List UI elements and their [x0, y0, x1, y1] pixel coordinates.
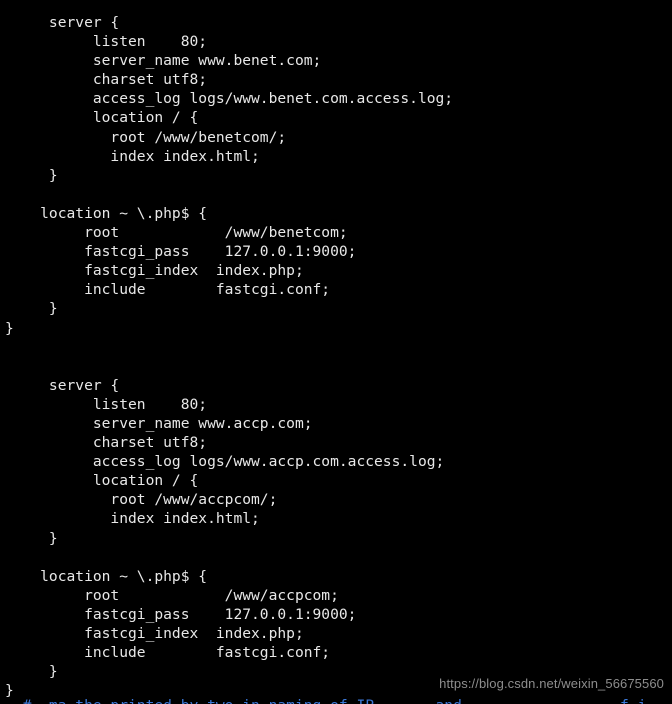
code-line: }: [5, 319, 14, 337]
partial-bottom-line: # ma the printed by two in naming of IP …: [0, 697, 672, 704]
code-line: root /www/accpcom/;: [5, 491, 278, 509]
code-line: }: [5, 166, 58, 184]
code-line: root /www/benetcom/;: [5, 128, 287, 146]
code-line: location ~ \.php$ {: [5, 567, 208, 585]
code-line: root /www/accpcom;: [5, 586, 339, 604]
code-line: include fastcgi.conf;: [5, 644, 331, 662]
code-line: location / {: [5, 472, 199, 490]
code-line: fastcgi_pass 127.0.0.1:9000;: [5, 605, 357, 623]
terminal-window: server { listen 80; server_name www.bene…: [0, 0, 672, 704]
code-line-comment: # ma the printed by two in naming of IP …: [0, 697, 672, 704]
code-line: access_log logs/www.benet.com.access.log…: [5, 90, 454, 108]
code-line: server_name www.benet.com;: [5, 52, 322, 70]
code-line: access_log logs/www.accp.com.access.log;: [5, 453, 445, 471]
code-line: listen 80;: [5, 33, 208, 51]
code-line: charset utf8;: [5, 434, 208, 452]
code-line: charset utf8;: [5, 71, 208, 89]
code-line: server_name www.accp.com;: [5, 414, 313, 432]
code-line: }: [5, 529, 58, 547]
code-content[interactable]: server { listen 80; server_name www.bene…: [0, 13, 672, 700]
code-line: fastcgi_pass 127.0.0.1:9000;: [5, 243, 357, 261]
code-line: }: [5, 300, 58, 318]
code-line: fastcgi_index index.php;: [5, 262, 304, 280]
code-line: listen 80;: [5, 395, 208, 413]
code-line: location ~ \.php$ {: [5, 204, 208, 222]
code-line: root /www/benetcom;: [5, 224, 348, 242]
code-line: server {: [5, 14, 120, 31]
code-line: index index.html;: [5, 510, 260, 528]
code-line: server {: [5, 376, 120, 394]
code-line: location / {: [5, 109, 199, 127]
csdn-watermark: https://blog.csdn.net/weixin_56675560: [439, 676, 664, 691]
code-line: fastcgi_index index.php;: [5, 625, 304, 642]
code-line: index index.html;: [5, 147, 260, 165]
code-line: include fastcgi.conf;: [5, 281, 331, 299]
